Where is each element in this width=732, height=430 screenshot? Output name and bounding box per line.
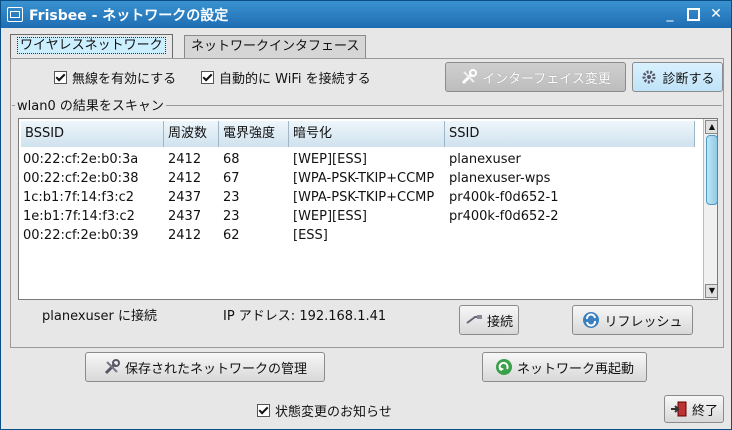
table-row[interactable]: 1e:b1:7f:14:f3:c2 2437 23 [WEP][ESS] pr4… (19, 207, 703, 226)
cell-frequency: 2437 (168, 190, 202, 205)
column-header-encryption[interactable]: 暗号化 (289, 121, 445, 147)
maximize-icon[interactable] (686, 7, 700, 21)
cell-frequency: 2437 (168, 209, 202, 224)
column-header-signal[interactable]: 電界強度 (219, 121, 289, 147)
cell-frequency: 2412 (168, 152, 202, 167)
title-bar[interactable]: Frisbee - ネットワークの設定 _ ✕ (1, 1, 731, 28)
manage-saved-networks-button[interactable]: 保存されたネットワークの管理 (85, 352, 325, 382)
exit-door-icon (670, 401, 687, 417)
scroll-up-icon[interactable]: ▲ (705, 120, 717, 134)
quit-button[interactable]: 終了 (664, 395, 724, 423)
change-interface-button[interactable]: インターフェイス変更 (445, 62, 626, 92)
cell-bssid: 00:22:cf:2e:b0:3a (23, 152, 139, 167)
enable-wireless-label: 無線を有効にする (72, 72, 177, 87)
cell-signal: 23 (223, 209, 240, 224)
diagnose-label: 診断する (662, 71, 715, 87)
connect-icon (466, 315, 482, 324)
tab-wireless-network-label: ワイヤレスネットワーク (17, 37, 166, 54)
cell-ssid: pr400k-f0d652-1 (449, 190, 559, 205)
enable-wireless-checkbox[interactable]: 無線を有効にする (54, 68, 176, 87)
cell-bssid: 1c:b1:7f:14:f3:c2 (23, 190, 135, 205)
cell-ssid: planexuser (449, 152, 521, 167)
cell-ssid: pr400k-f0d652-2 (449, 209, 559, 224)
connection-status: planexuser に接続 (42, 309, 158, 324)
cell-signal: 67 (223, 171, 240, 186)
tools-icon (462, 69, 478, 85)
main-window: Frisbee - ネットワークの設定 _ ✕ ワイヤレスネットワーク ネットワ… (0, 0, 732, 430)
scrollbar[interactable]: ▲ ▼ (703, 119, 717, 299)
checkbox-checked-icon (54, 71, 67, 84)
tab-network-interface-label: ネットワークインタフェース (191, 39, 360, 54)
manage-saved-networks-label: 保存されたネットワークの管理 (124, 361, 307, 377)
connect-button[interactable]: 接続 (459, 305, 519, 335)
table-row[interactable]: 00:22:cf:2e:b0:39 2412 62 [ESS] (19, 226, 703, 245)
gear-icon (642, 70, 656, 84)
diagnose-button[interactable]: 診断する (632, 62, 723, 92)
column-header-frequency[interactable]: 周波数 (164, 121, 219, 147)
restart-network-label: ネットワーク再起動 (516, 361, 634, 377)
cell-signal: 68 (223, 152, 240, 167)
close-icon[interactable]: ✕ (709, 7, 723, 21)
minimize-icon[interactable]: _ (663, 7, 677, 21)
window-title: Frisbee - ネットワークの設定 (29, 8, 229, 24)
table-row[interactable]: 1c:b1:7f:14:f3:c2 2437 23 [WPA-PSK-TKIP+… (19, 188, 703, 207)
cell-bssid: 00:22:cf:2e:b0:38 (23, 171, 139, 186)
change-interface-label: インターフェイス変更 (482, 71, 611, 87)
cell-signal: 62 (223, 228, 240, 243)
connect-label: 接続 (486, 314, 513, 330)
tab-network-interface[interactable]: ネットワークインタフェース (184, 35, 367, 58)
cell-ssid: planexuser-wps (449, 171, 551, 186)
restart-network-button[interactable]: ネットワーク再起動 (482, 352, 647, 382)
scan-group-label: wlan0 の結果をスキャン (15, 95, 166, 114)
cell-signal: 23 (223, 190, 240, 205)
table-row[interactable]: 00:22:cf:2e:b0:3a 2412 68 [WEP][ESS] pla… (19, 150, 703, 169)
cell-encryption: [WEP][ESS] (293, 152, 367, 167)
tools-icon (104, 359, 120, 375)
checkbox-checked-icon (201, 71, 214, 84)
notify-state-change-label: 状態変更のお知らせ (275, 405, 392, 420)
auto-connect-checkbox[interactable]: 自動的に WiFi を接続する (201, 68, 371, 87)
column-header-bssid[interactable]: BSSID (21, 121, 164, 147)
refresh-icon (583, 312, 600, 328)
notify-state-change-checkbox[interactable]: 状態変更のお知らせ (257, 401, 392, 420)
cell-frequency: 2412 (168, 171, 202, 186)
cell-frequency: 2412 (168, 228, 202, 243)
scan-results-list[interactable]: BSSID 周波数 電界強度 暗号化 SSID 00:22:cf:2e:b0:3… (18, 118, 718, 300)
scroll-down-icon[interactable]: ▼ (705, 284, 717, 298)
scroll-thumb[interactable] (706, 135, 717, 205)
quit-label: 終了 (691, 403, 718, 419)
cell-encryption: [WEP][ESS] (293, 209, 367, 224)
checkbox-checked-icon (257, 404, 270, 417)
app-window-icon (7, 7, 23, 22)
cell-encryption: [WPA-PSK-TKIP+CCMP (293, 171, 435, 186)
auto-connect-label: 自動的に WiFi を接続する (219, 72, 371, 87)
refresh-button[interactable]: リフレッシュ (572, 305, 693, 335)
restart-icon (495, 359, 512, 375)
cell-encryption: [ESS] (293, 228, 328, 243)
cell-bssid: 00:22:cf:2e:b0:39 (23, 228, 139, 243)
refresh-label: リフレッシュ (604, 314, 683, 330)
ip-address: IP アドレス: 192.168.1.41 (223, 309, 387, 324)
cell-encryption: [WPA-PSK-TKIP+CCMP (293, 190, 435, 205)
table-row[interactable]: 00:22:cf:2e:b0:38 2412 67 [WPA-PSK-TKIP+… (19, 169, 703, 188)
column-header-ssid[interactable]: SSID (445, 121, 695, 147)
cell-bssid: 1e:b1:7f:14:f3:c2 (23, 209, 135, 224)
tab-wireless-network[interactable]: ワイヤレスネットワーク (10, 34, 173, 60)
